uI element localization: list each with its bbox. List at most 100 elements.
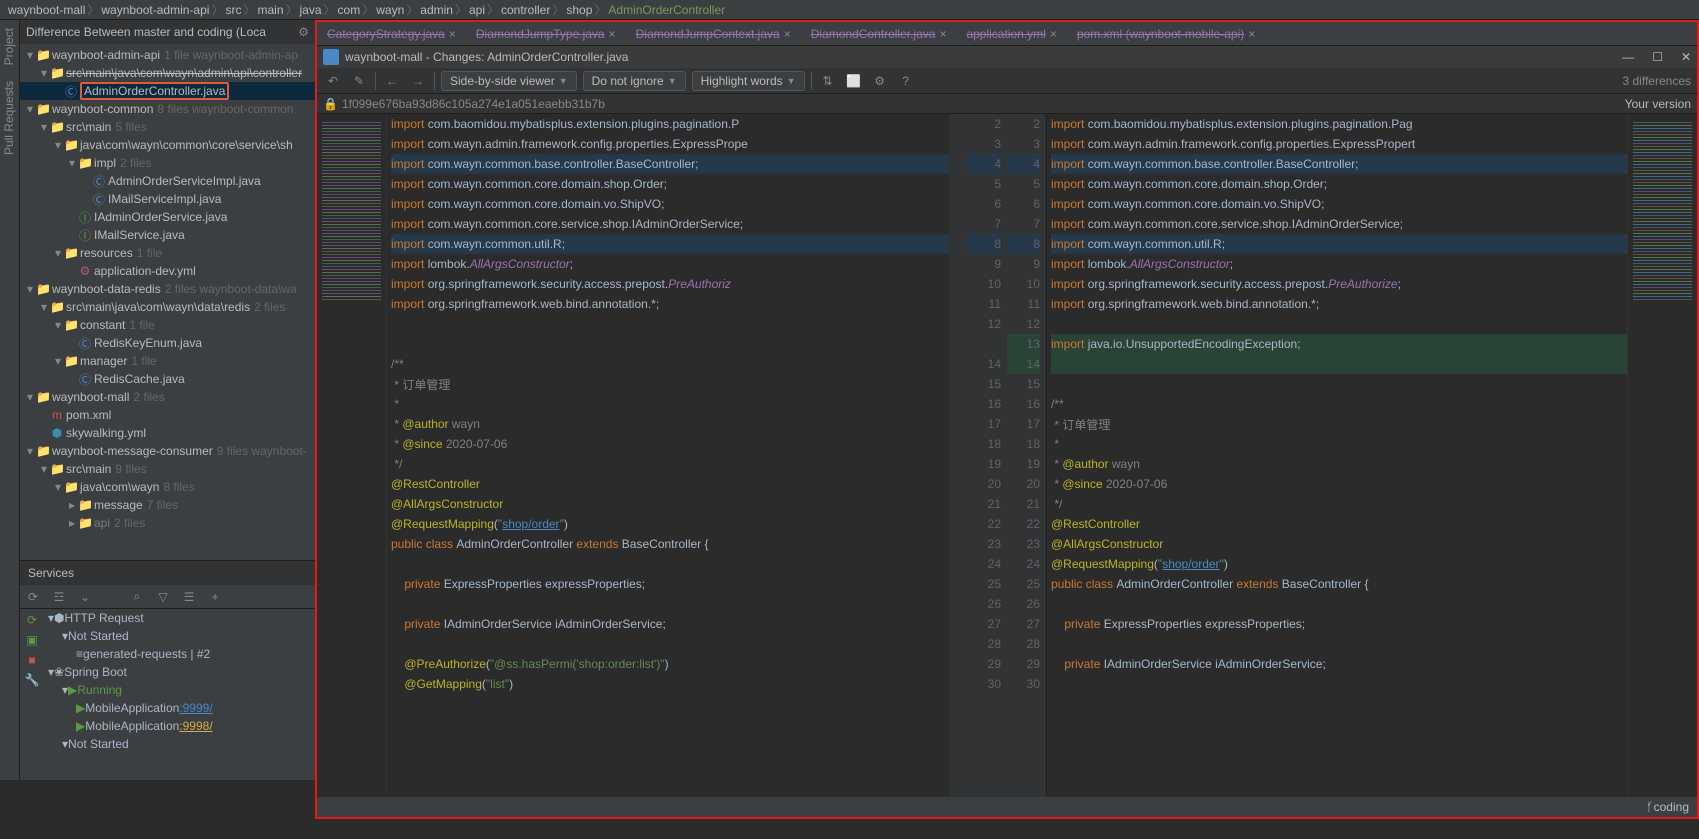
code-line[interactable] bbox=[391, 634, 949, 654]
diff-nav-btn[interactable]: → bbox=[408, 74, 428, 88]
editor-tab[interactable]: pom.xml (waynboot-mobile-api)× bbox=[1067, 22, 1265, 45]
code-line[interactable]: import com.wayn.admin.framework.config.p… bbox=[1051, 134, 1627, 154]
code-line[interactable]: * @author wayn bbox=[1051, 454, 1627, 474]
tree-row[interactable]: ⚙application-dev.yml bbox=[20, 262, 315, 280]
tree-row[interactable]: ▾📁src\main\java\com\wayn\data\redis2 fil… bbox=[20, 298, 315, 316]
code-line[interactable]: import org.springframework.web.bind.anno… bbox=[391, 294, 949, 314]
code-line[interactable]: */ bbox=[391, 454, 949, 474]
code-line[interactable] bbox=[391, 314, 949, 334]
code-line[interactable]: public class AdminOrderController extend… bbox=[1051, 574, 1627, 594]
diff-nav-btn[interactable]: ← bbox=[382, 74, 402, 88]
code-line[interactable]: @PreAuthorize("@ss.hasPermi('shop:order:… bbox=[391, 654, 949, 674]
code-line[interactable]: import com.wayn.common.util.R; bbox=[1051, 234, 1627, 254]
tree-row[interactable]: ▾📁src\main9 files bbox=[20, 460, 315, 478]
services-tb-btn[interactable]: ☰ bbox=[180, 590, 198, 604]
code-left[interactable]: import com.baomidou.mybatisplus.extensio… bbox=[387, 114, 949, 797]
services-tree-row[interactable]: ▾⬢ HTTP Request bbox=[44, 609, 215, 627]
tree-row[interactable]: ⒸIMailServiceImpl.java bbox=[20, 190, 315, 208]
diff-tb-btn[interactable]: ⇅ bbox=[818, 74, 838, 88]
tree-row[interactable]: ▾📁java\com\wayn\common\core\service\sh bbox=[20, 136, 315, 154]
code-line[interactable]: /** bbox=[391, 354, 949, 374]
code-line[interactable] bbox=[391, 334, 949, 354]
minimap-left[interactable] bbox=[317, 114, 387, 797]
code-line[interactable]: * bbox=[391, 394, 949, 414]
code-line[interactable]: import org.springframework.web.bind.anno… bbox=[1051, 294, 1627, 314]
tree-row[interactable]: ⒸAdminOrderServiceImpl.java bbox=[20, 172, 315, 190]
services-tree-row[interactable]: ▶ MobileApplication :9999/ bbox=[44, 699, 215, 717]
code-line[interactable]: public class AdminOrderController extend… bbox=[391, 534, 949, 554]
code-line[interactable] bbox=[1051, 314, 1627, 334]
code-line[interactable]: import lombok.AllArgsConstructor; bbox=[1051, 254, 1627, 274]
diff-tb-btn[interactable]: ✎ bbox=[349, 74, 369, 88]
code-line[interactable]: @GetMapping("list") bbox=[391, 674, 949, 694]
services-tb-btn[interactable]: ⌄ bbox=[76, 590, 94, 604]
code-line[interactable]: import java.io.UnsupportedEncodingExcept… bbox=[1051, 334, 1627, 354]
code-line[interactable]: import com.baomidou.mybatisplus.extensio… bbox=[391, 114, 949, 134]
code-line[interactable]: @RequestMapping("shop/order") bbox=[1051, 554, 1627, 574]
diff-tb-btn[interactable]: ↶ bbox=[323, 74, 343, 88]
code-line[interactable] bbox=[1051, 674, 1627, 694]
diff-body[interactable]: import com.baomidou.mybatisplus.extensio… bbox=[317, 114, 1697, 797]
tree-row[interactable]: ▾📁java\com\wayn8 files bbox=[20, 478, 315, 496]
editor-tab[interactable]: DiamondJumpContext.java× bbox=[626, 22, 801, 45]
tree-row[interactable]: ▸📁message7 files bbox=[20, 496, 315, 514]
code-line[interactable]: import com.wayn.common.base.controller.B… bbox=[391, 154, 949, 174]
code-line[interactable]: import com.wayn.common.util.R; bbox=[391, 234, 949, 254]
code-line[interactable]: import lombok.AllArgsConstructor; bbox=[391, 254, 949, 274]
code-line[interactable]: * @since 2020-07-06 bbox=[391, 434, 949, 454]
tree-row[interactable]: ⒾIAdminOrderService.java bbox=[20, 208, 315, 226]
breadcrumb-item[interactable]: AdminOrderController bbox=[608, 3, 725, 17]
code-line[interactable]: @RequestMapping("shop/order") bbox=[391, 514, 949, 534]
tree-row[interactable]: ▾📁constant1 file bbox=[20, 316, 315, 334]
services-tree[interactable]: ▾⬢ HTTP Request▾Not Started≡ generated-r… bbox=[44, 609, 215, 753]
tree-row[interactable]: ▸📁api2 files bbox=[20, 514, 315, 532]
services-tree-row[interactable]: ≡ generated-requests | #2 bbox=[44, 645, 215, 663]
code-line[interactable]: * @since 2020-07-06 bbox=[1051, 474, 1627, 494]
tree-row[interactable]: ▾📁manager1 file bbox=[20, 352, 315, 370]
pullrequests-tool-tab[interactable]: Pull Requests bbox=[0, 73, 18, 163]
code-line[interactable]: import com.wayn.common.core.domain.vo.Sh… bbox=[391, 194, 949, 214]
code-line[interactable] bbox=[1051, 594, 1627, 614]
code-line[interactable]: import com.wayn.common.core.service.shop… bbox=[391, 214, 949, 234]
editor-tab[interactable]: application.yml× bbox=[956, 22, 1066, 45]
tree-row[interactable]: ⬢skywalking.yml bbox=[20, 424, 315, 442]
window-buttons[interactable]: —☐✕ bbox=[1622, 50, 1691, 64]
tree-row[interactable]: ▾📁waynboot-admin-api1 file waynboot-admi… bbox=[20, 46, 315, 64]
services-tb-btn[interactable]: ▽ bbox=[154, 590, 172, 604]
code-line[interactable]: import com.wayn.common.core.domain.shop.… bbox=[1051, 174, 1627, 194]
code-line[interactable]: private ExpressProperties expressPropert… bbox=[391, 574, 949, 594]
tree-row[interactable]: ▾📁src\main5 files bbox=[20, 118, 315, 136]
breadcrumb-item[interactable]: wayn bbox=[376, 3, 404, 17]
minimap-right[interactable] bbox=[1627, 114, 1697, 797]
breadcrumb-item[interactable]: api bbox=[469, 3, 485, 17]
wrench-icon[interactable]: 🔧 bbox=[25, 673, 40, 687]
code-line[interactable]: @RestController bbox=[391, 474, 949, 494]
services-tree-row[interactable]: ▾❀ Spring Boot bbox=[44, 663, 215, 681]
breadcrumb-item[interactable]: src bbox=[225, 3, 241, 17]
breadcrumb-item[interactable]: com bbox=[338, 3, 361, 17]
tree-row[interactable]: ⒾIMailService.java bbox=[20, 226, 315, 244]
diff-tb-btn[interactable]: ⬜ bbox=[844, 74, 864, 88]
tree-row[interactable]: ⒸRedisCache.java bbox=[20, 370, 315, 388]
code-line[interactable]: import com.baomidou.mybatisplus.extensio… bbox=[1051, 114, 1627, 134]
run-icon[interactable]: ⟳ bbox=[27, 613, 37, 627]
code-line[interactable] bbox=[391, 594, 949, 614]
breadcrumb-item[interactable]: waynboot-admin-api bbox=[101, 3, 209, 17]
services-tree-row[interactable]: ▶ MobileApplication :9998/ bbox=[44, 717, 215, 735]
editor-tab[interactable]: DiamondController.java× bbox=[801, 22, 957, 45]
breadcrumb-item[interactable]: java bbox=[300, 3, 322, 17]
tree-row[interactable]: ▾📁waynboot-message-consumer9 files waynb… bbox=[20, 442, 315, 460]
tree-row[interactable]: ▾📁waynboot-mall2 files bbox=[20, 388, 315, 406]
diff-dropdown[interactable]: Side-by-side viewer▼ bbox=[441, 71, 577, 91]
services-tree-row[interactable]: ▾Not Started bbox=[44, 627, 215, 645]
code-line[interactable] bbox=[1051, 634, 1627, 654]
code-line[interactable]: import org.springframework.security.acce… bbox=[391, 274, 949, 294]
stop-icon[interactable]: ■ bbox=[28, 653, 35, 667]
file-tree[interactable]: ▾📁waynboot-admin-api1 file waynboot-admi… bbox=[20, 44, 315, 534]
code-line[interactable]: * bbox=[1051, 434, 1627, 454]
code-line[interactable]: import org.springframework.security.acce… bbox=[1051, 274, 1627, 294]
breadcrumb-item[interactable]: main bbox=[257, 3, 283, 17]
code-right[interactable]: import com.baomidou.mybatisplus.extensio… bbox=[1047, 114, 1627, 797]
editor-tabs[interactable]: CategoryStrategy.java×DiamondJumpType.ja… bbox=[317, 22, 1697, 46]
services-tb-btn[interactable]: ☲ bbox=[50, 590, 68, 604]
